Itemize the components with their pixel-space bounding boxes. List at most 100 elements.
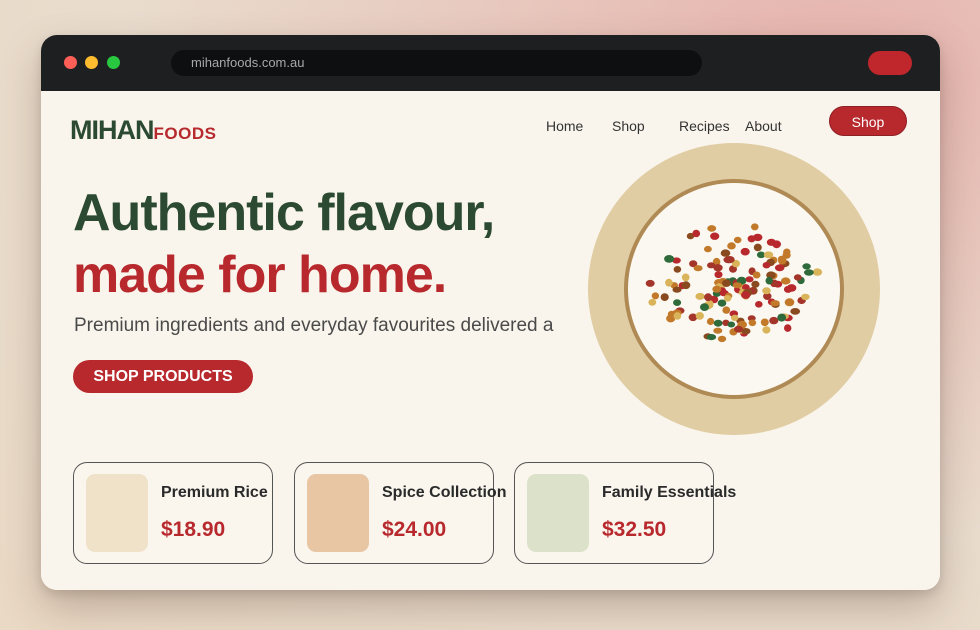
spice-grain (707, 225, 717, 232)
spice-grain (692, 229, 701, 238)
spice-grain (693, 265, 703, 272)
toolbar-pill-button[interactable] (868, 51, 912, 75)
spice-grain (751, 280, 760, 288)
spice-grain (704, 245, 712, 253)
maximize-window-icon[interactable] (107, 56, 120, 69)
spice-grain (751, 223, 759, 231)
minimize-window-icon[interactable] (85, 56, 98, 69)
spice-grain (717, 335, 727, 343)
spice-grain (681, 281, 691, 290)
spice-grain (695, 312, 704, 320)
spice-grain (681, 273, 690, 282)
spice-grain (720, 249, 731, 257)
hero-subtitle: Premium ingredients and everyday favouri… (74, 315, 554, 336)
spice-grain (700, 303, 709, 311)
spice-grain (672, 286, 682, 293)
spice-grain (706, 317, 715, 326)
product-name: Premium Rice (161, 484, 268, 501)
spice-grain (778, 256, 787, 265)
nav-item-shop[interactable]: Shop (612, 118, 645, 134)
spice-bowl-image (588, 143, 880, 435)
site-logo[interactable]: MIHANFOODS (70, 115, 216, 146)
spice-grain (766, 238, 776, 246)
spice-grain (713, 327, 723, 334)
browser-window: mihanfoods.com.au MIHANFOODS Home Shop R… (41, 35, 940, 590)
hero-headline-line2: made for home. (73, 246, 447, 304)
spice-grain (812, 268, 823, 276)
hero-headline-line1: Authentic flavour, (73, 184, 495, 242)
spice-grain (722, 279, 731, 287)
spice-grain (741, 291, 751, 299)
nav-item-about[interactable]: About (745, 118, 782, 134)
spice-grain (727, 242, 736, 250)
spice-grain (704, 293, 713, 302)
spice-grain (755, 301, 763, 308)
spice-grain (752, 271, 761, 279)
logo-secondary-text: FOODS (153, 124, 217, 143)
spice-grain (763, 251, 774, 259)
spice-grain (762, 326, 771, 334)
spice-grain (748, 319, 757, 327)
spice-bowl-icon (588, 143, 880, 435)
spice-grain (731, 314, 739, 321)
spice-grain (673, 266, 682, 273)
spice-grain (740, 247, 750, 256)
spice-grain (673, 299, 682, 306)
address-bar[interactable]: mihanfoods.com.au (171, 50, 702, 76)
product-price: $32.50 (602, 518, 667, 541)
spice-grain (762, 287, 771, 295)
web-page: MIHANFOODS Home Shop Recipes About Shop … (41, 91, 940, 590)
spice-grain (695, 292, 705, 300)
close-window-icon[interactable] (64, 56, 77, 69)
spice-grain (648, 298, 657, 306)
spice-grain (723, 295, 732, 302)
spice-grain (784, 324, 792, 332)
product-name: Spice Collection (382, 484, 507, 501)
spice-grain (665, 278, 673, 287)
product-card[interactable]: Family Essentials $32.50 (514, 462, 736, 564)
spice-grain (712, 285, 722, 293)
product-thumbnail (86, 474, 148, 552)
spice-grain (770, 300, 780, 307)
spice-grain (774, 264, 785, 272)
logo-primary-text: MIHAN (70, 115, 154, 145)
spice-grain (733, 236, 742, 244)
spice-grain (673, 312, 682, 320)
spice-grain (790, 308, 801, 315)
product-price: $24.00 (382, 518, 447, 541)
spice-grain (802, 263, 811, 270)
product-thumbnail (307, 474, 369, 552)
product-name: Family Essentials (602, 484, 737, 501)
spice-grain (734, 325, 743, 333)
spice-grain (765, 276, 773, 285)
product-card[interactable]: Premium Rice $18.90 (73, 462, 273, 564)
spice-grain (651, 292, 660, 300)
shop-products-button[interactable]: SHOP PRODUCTS (73, 360, 253, 393)
nav-item-recipes[interactable]: Recipes (679, 118, 730, 134)
spice-grain (801, 293, 810, 301)
product-card[interactable]: Spice Collection $24.00 (294, 462, 506, 564)
spice-grain (784, 298, 795, 307)
spice-grain (732, 282, 743, 289)
spice-grain (713, 319, 723, 327)
spice-grain (745, 276, 754, 283)
nav-shop-button[interactable]: Shop (829, 106, 907, 136)
spice-grain (706, 334, 717, 341)
nav-item-home[interactable]: Home (546, 118, 583, 134)
spice-grain (753, 243, 762, 252)
spice-grain (727, 321, 736, 328)
spice-grain (753, 233, 763, 242)
spice-grain (714, 271, 723, 279)
spice-grain (804, 269, 814, 276)
spice-grain (777, 313, 787, 322)
product-thumbnail (527, 474, 589, 552)
spice-grain (664, 255, 675, 263)
spice-grain (793, 274, 802, 281)
spice-grain (762, 262, 771, 269)
spice-grain (660, 293, 669, 301)
spice-grain (722, 306, 731, 314)
spice-grain (710, 232, 720, 240)
spice-grain (780, 277, 791, 285)
spice-grain (713, 264, 723, 272)
spice-grain (783, 285, 793, 293)
